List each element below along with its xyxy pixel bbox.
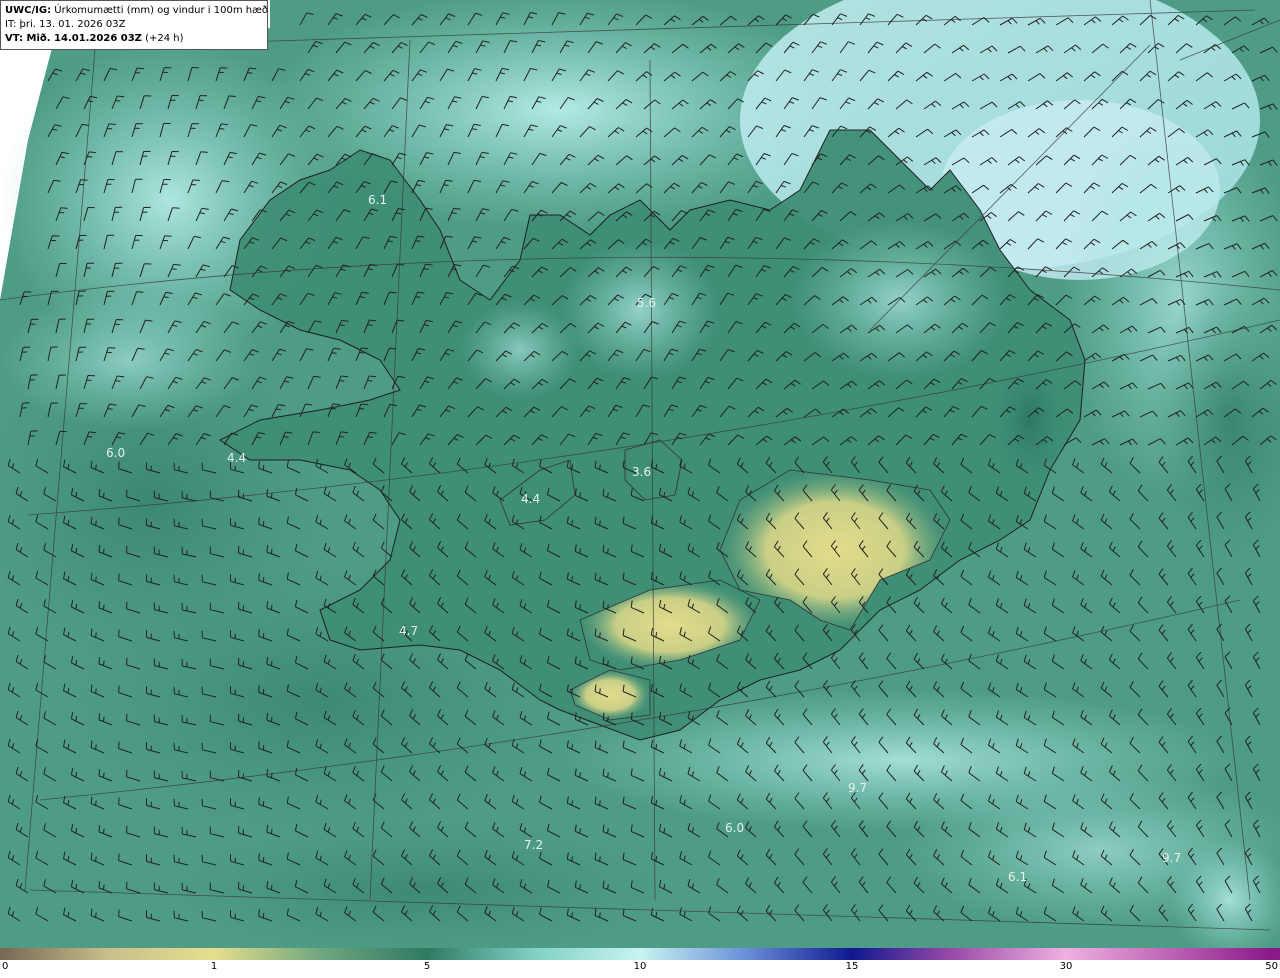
product-desc: Úrkomumætti (mm) og vindur i 100m hæð	[54, 5, 269, 16]
valid-time-value: VT: Mið. 14.01.2026 03Z	[5, 33, 142, 44]
colorbar-tick-label: 15	[845, 961, 859, 972]
map-canvas: 6.1 5.6 6.0 4.4 4.4 3.6 4.7 7.2 6.0 6.1 …	[0, 0, 1280, 948]
product-code: UWC/IG:	[5, 5, 52, 16]
init-time: IT: þri. 13. 01. 2026 03Z	[5, 19, 126, 30]
colorbar-strip	[0, 948, 1280, 960]
valid-time-offset: (+24 h)	[145, 33, 184, 44]
value-label: 4.4	[227, 451, 246, 465]
value-label: 4.7	[399, 624, 418, 638]
value-label: 3.6	[632, 465, 651, 479]
header-box: UWC/IG: Úrkomumætti (mm) og vindur i 100…	[0, 0, 268, 50]
colorbar: 0 1 5 10 15 30 50	[0, 948, 1280, 978]
value-label: 9.7	[1162, 851, 1181, 865]
colorbar-tick-label: 1	[210, 961, 218, 972]
value-label: 6.0	[725, 821, 744, 835]
colorbar-tick-label: 10	[633, 961, 647, 972]
value-label: 5.6	[637, 296, 656, 310]
product-title: UWC/IG: Úrkomumætti (mm) og vindur i 100…	[5, 4, 268, 18]
value-label: 7.2	[524, 838, 543, 852]
colorbar-tick-label: 0	[2, 961, 9, 972]
colorbar-tick-label: 30	[1059, 961, 1073, 972]
colorbar-tick-label: 50	[1265, 961, 1278, 972]
forecast-map: 6.1 5.6 6.0 4.4 4.4 3.6 4.7 7.2 6.0 6.1 …	[0, 0, 1280, 948]
value-label: 6.1	[368, 193, 387, 207]
value-label: 6.1	[1008, 870, 1027, 884]
colorbar-tick-label: 5	[423, 961, 431, 972]
value-label: 6.0	[106, 446, 125, 460]
valid-time: VT: Mið. 14.01.2026 03Z (+24 h)	[5, 32, 263, 46]
value-label: 4.4	[521, 492, 540, 506]
value-label: 9.7	[848, 781, 867, 795]
